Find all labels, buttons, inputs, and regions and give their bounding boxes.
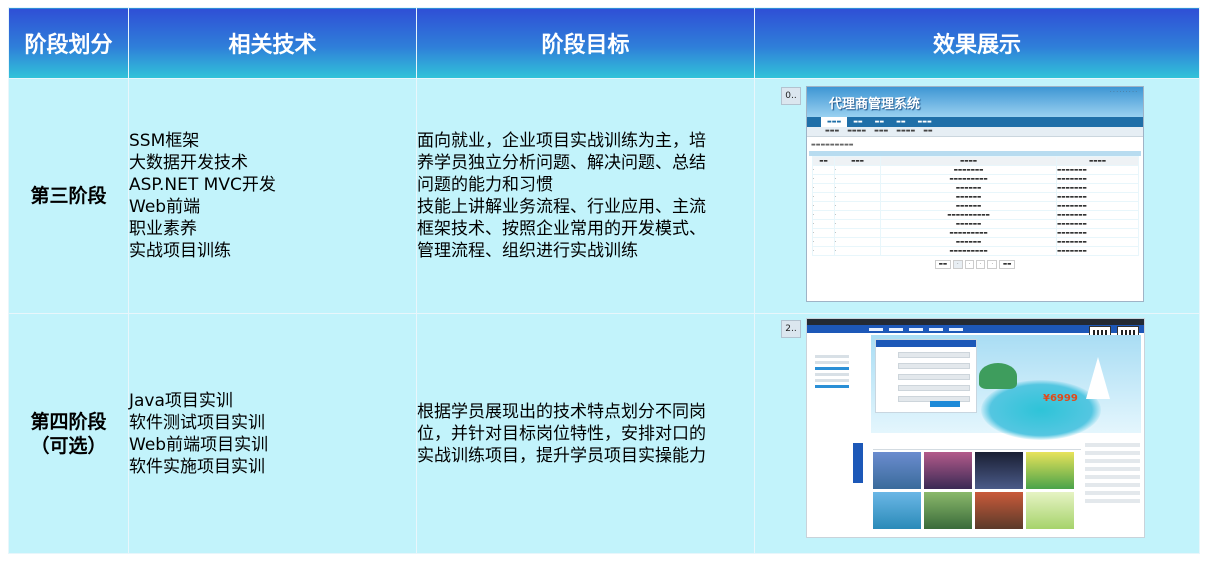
- screenshot-pagination: ▬▬ · · · · ▬▬: [807, 260, 1143, 269]
- goal-line: 问题的能力和习惯: [417, 175, 553, 195]
- travel-site-screenshot: ¥6999: [806, 318, 1145, 538]
- header-tech: 相关技术: [128, 7, 417, 79]
- goal-line: 框架技术、按照企业常用的开发模式、: [417, 219, 706, 239]
- demo-cell: 0.. 代理商管理系统 · · · · · · · · · ▬▬▬ ▬▬ ▬▬ ▬▬ ▬…: [754, 78, 1200, 314]
- header-stage: 阶段划分: [8, 7, 129, 79]
- tech-item: 大数据开发技术: [129, 153, 248, 173]
- tech-item: 实战项目训练: [129, 241, 231, 261]
- tech-item: SSM框架: [129, 131, 200, 151]
- screenshot-logo: 代理商管理系统: [829, 97, 921, 112]
- tech-item: ASP.NET MVC开发: [129, 175, 276, 195]
- image-tag: 2..: [781, 320, 801, 338]
- tech-cell: SSM框架 大数据开发技术 ASP.NET MVC开发 Web前端 职业素养 实…: [128, 78, 417, 314]
- tech-item: Web前端项目实训: [129, 434, 269, 455]
- tech-item: 软件测试项目实训: [129, 412, 265, 433]
- training-stage-table: 阶段划分 相关技术 阶段目标 效果展示 第三阶段 SSM框架 大数据开发技术 A…: [8, 7, 1200, 554]
- screenshot-left-tabs: [853, 443, 863, 483]
- goal-line: 实战训练项目，提升学员项目实操能力: [417, 445, 706, 466]
- phase-name: 第三阶段: [30, 185, 107, 207]
- screenshot-subnav: ▬▬▬ ▬▬▬▬ ▬▬▬ ▬▬▬▬ ▬▬: [807, 127, 1143, 137]
- image-tag: 0..: [781, 87, 801, 105]
- goal-cell: 根据学员展现出的技术特点划分不同岗 位，并针对目标岗位特性，安排对口的 实战训练…: [416, 313, 755, 554]
- tech-item: 职业素养: [129, 219, 197, 239]
- tech-item: Web前端: [129, 197, 201, 217]
- screenshot-log-table: ▬▬ ▬▬▬ ▬▬▬▬ ▬▬▬▬ · · ▬▬▬▬▬▬▬ ▬▬▬▬▬▬▬ · · ▬▬▬▬▬▬▬…: [812, 156, 1139, 256]
- screenshot-search-form: [875, 339, 977, 413]
- demo-cell: 2.. ¥6999: [754, 313, 1200, 554]
- screenshot-right-panel: [1085, 443, 1140, 529]
- tech-cell: Java项目实训 软件测试项目实训 Web前端项目实训 软件实施项目实训: [128, 313, 417, 554]
- tech-item: Java项目实训: [129, 390, 233, 411]
- screenshot-toplinks: · · · · · · · · ·: [1109, 89, 1137, 95]
- screenshot-nav: ▬▬▬ ▬▬ ▬▬ ▬▬ ▬▬▬: [807, 117, 1143, 127]
- goal-line: 养学员独立分析问题、解决问题、总结: [417, 153, 706, 173]
- screenshot-breadcrumb: ▬▬▬▬▬▬▬▬▬: [811, 142, 854, 148]
- goal-cell: 面向就业，企业项目实战训练为主，培 养学员独立分析问题、解决问题、总结 问题的能…: [416, 78, 755, 314]
- goal-line: 位，并针对目标岗位特性，安排对口的: [417, 423, 706, 444]
- table-row: 第四阶段 （可选） Java项目实训 软件测试项目实训 Web前端项目实训 软件…: [8, 313, 1200, 554]
- island-image: [981, 380, 1101, 440]
- goal-line: 根据学员展现出的技术特点划分不同岗: [417, 401, 706, 422]
- header-row: 阶段划分 相关技术 阶段目标 效果展示: [8, 7, 1200, 79]
- goal-line: 面向就业，企业项目实战训练为主，培: [417, 131, 706, 151]
- goal-line: 技能上讲解业务流程、行业应用、主流: [417, 197, 706, 217]
- goal-line: 管理流程、组织进行实战训练: [417, 241, 638, 261]
- palm-image: [979, 363, 1017, 389]
- phase-cell: 第三阶段: [8, 78, 129, 314]
- table-row: 第三阶段 SSM框架 大数据开发技术 ASP.NET MVC开发 Web前端 职…: [8, 78, 1200, 314]
- price-graphic: ¥6999: [1043, 393, 1078, 404]
- phase-note: （可选）: [30, 434, 107, 457]
- tech-item: 软件实施项目实训: [129, 456, 265, 477]
- phase-cell: 第四阶段 （可选）: [8, 313, 129, 554]
- header-demo: 效果展示: [754, 7, 1200, 79]
- sailboat-image: [1086, 357, 1110, 399]
- screenshot-photo-grid: [873, 443, 1081, 529]
- screenshot-banner: 代理商管理系统 · · · · · · · · ·: [807, 87, 1143, 117]
- agent-system-screenshot: 代理商管理系统 · · · · · · · · · ▬▬▬ ▬▬ ▬▬ ▬▬ ▬▬▬ ▬…: [806, 86, 1144, 302]
- phase-name: 第四阶段: [30, 410, 107, 433]
- screenshot-sidebar: [815, 355, 849, 407]
- header-goal: 阶段目标: [416, 7, 755, 79]
